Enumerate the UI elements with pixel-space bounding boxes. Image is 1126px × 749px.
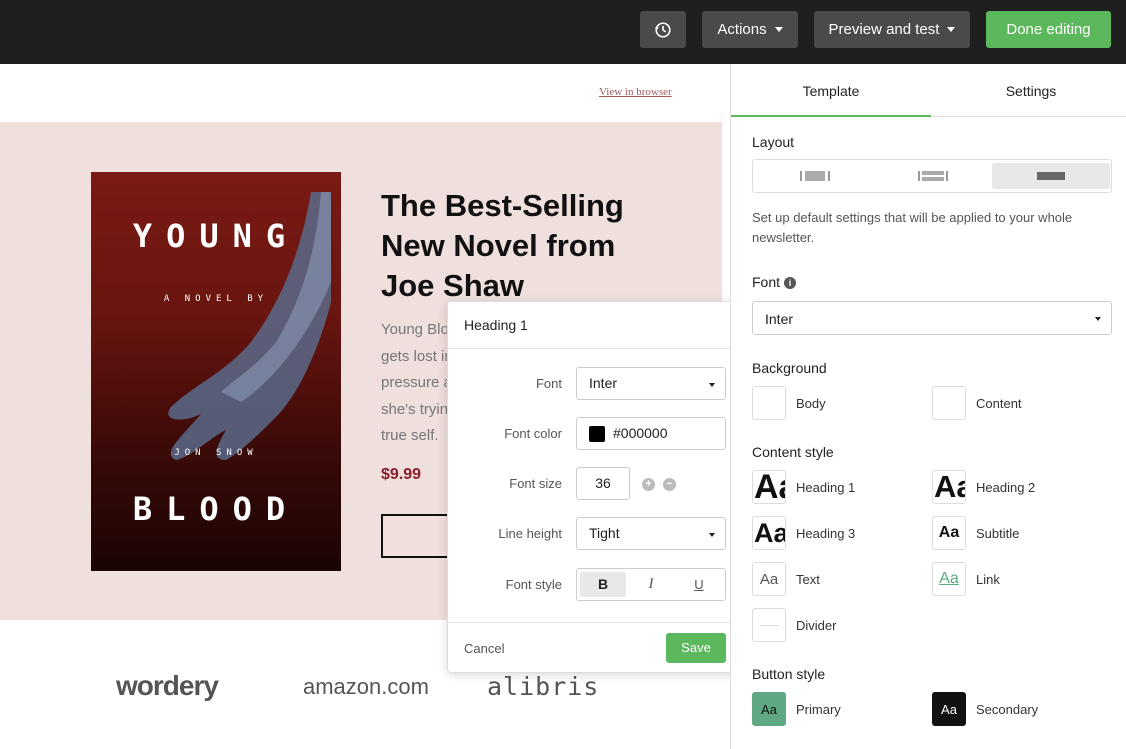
content-style-heading3[interactable]: Aa Heading 3 [752, 516, 855, 550]
alibris-logo[interactable]: alibris [487, 672, 599, 701]
history-button[interactable] [640, 11, 686, 48]
layout-narrow-icon [800, 171, 830, 181]
line-height-row: Line height Tight [448, 517, 744, 551]
content-style-subtitle[interactable]: Aa Subtitle [932, 516, 1019, 550]
link-swatch[interactable]: Aa [932, 562, 966, 596]
popup-title: Heading 1 [448, 302, 742, 349]
wordery-logo[interactable]: wordery [116, 670, 219, 702]
popup-footer: Cancel Save [448, 622, 744, 674]
subtitle-swatch[interactable]: Aa [932, 516, 966, 550]
tab-template[interactable]: Template [731, 83, 931, 99]
book-cover-image[interactable]: YOUNG A NOVEL BY JON SNOW BLOOD [91, 172, 341, 571]
content-color-swatch[interactable] [932, 386, 966, 420]
cancel-button[interactable]: Cancel [464, 641, 504, 656]
amazon-logo[interactable]: amazon.com [303, 674, 429, 700]
secondary-button-swatch[interactable]: Aa [932, 692, 966, 726]
heading2-swatch[interactable]: Aa [932, 470, 966, 504]
text-swatch[interactable]: Aa [752, 562, 786, 596]
template-description: Set up default settings that will be app… [752, 210, 1073, 245]
info-icon[interactable]: i [784, 277, 797, 290]
history-icon [654, 21, 671, 38]
font-size-input[interactable]: 36 [576, 467, 630, 500]
chevron-down-icon [709, 383, 715, 387]
active-tab-indicator [731, 115, 931, 117]
divider-line [759, 624, 779, 626]
font-color-row: Font color #000000 [448, 417, 744, 451]
actions-dropdown[interactable]: Actions [702, 11, 798, 48]
content-style-divider[interactable]: Divider [752, 608, 836, 642]
font-style-group: B I U [576, 568, 726, 601]
layout-selector [752, 159, 1112, 193]
layout-medium-icon [918, 171, 948, 181]
body-color-swatch[interactable] [752, 386, 786, 420]
chevron-down-icon [774, 27, 783, 32]
content-style-label: Content style [752, 444, 834, 460]
view-in-browser-link[interactable]: View in browser [599, 86, 672, 98]
preview-and-test-dropdown[interactable]: Preview and test [814, 11, 970, 48]
line-height-select[interactable]: Tight [576, 517, 726, 550]
bold-button[interactable]: B [580, 572, 626, 597]
italic-button[interactable]: I [639, 572, 663, 597]
heading1-style-popup: Heading 1 Font Inter Font color #000000 … [447, 301, 744, 674]
background-label: Background [752, 360, 827, 376]
content-style-text[interactable]: Aa Text [752, 562, 820, 596]
divider-swatch[interactable] [752, 608, 786, 642]
hero-price[interactable]: $9.99 [381, 466, 421, 484]
minus-icon[interactable]: − [663, 478, 676, 491]
font-size-row: Font size 36 + − [448, 467, 744, 501]
background-body[interactable]: Body [752, 386, 826, 420]
layout-option-wide[interactable] [992, 163, 1110, 189]
font-style-row: Font style B I U [448, 568, 744, 602]
font-select[interactable]: Inter [576, 367, 726, 400]
content-style-link[interactable]: Aa Link [932, 562, 1000, 596]
chevron-down-icon [947, 27, 956, 32]
heading3-swatch[interactable]: Aa [752, 516, 786, 550]
layout-label: Layout [752, 134, 795, 150]
layout-option-medium[interactable] [874, 163, 992, 189]
underline-button[interactable]: U [687, 572, 711, 597]
button-style-secondary[interactable]: Aa Secondary [932, 692, 1038, 726]
layout-wide-icon [1037, 172, 1065, 180]
font-row: Font Inter [448, 367, 744, 401]
background-content[interactable]: Content [932, 386, 1022, 420]
button-style-primary[interactable]: Aa Primary [752, 692, 841, 726]
chevron-down-icon [709, 533, 715, 537]
layout-option-narrow[interactable] [756, 163, 874, 189]
button-style-label: Button style [752, 666, 826, 682]
font-label: Font i [752, 274, 797, 290]
font-color-input[interactable]: #000000 [576, 417, 726, 450]
primary-button-swatch[interactable]: Aa [752, 692, 786, 726]
color-swatch[interactable] [589, 426, 605, 443]
content-style-heading1[interactable]: AaHeading 1 [752, 470, 855, 504]
content-style-heading2[interactable]: AaHeading 2 [932, 470, 1035, 504]
heading1-swatch[interactable]: Aa [752, 470, 786, 504]
panel-tabs: Template Settings [731, 64, 1126, 117]
settings-panel: Template Settings Layout Set up default … [730, 64, 1126, 749]
hero-title[interactable]: The Best-Selling New Novel from Joe Shaw [381, 186, 641, 306]
chevron-down-icon [1095, 317, 1101, 321]
tab-settings[interactable]: Settings [931, 83, 1126, 99]
top-toolbar: Actions Preview and test Done editing [0, 0, 1126, 64]
done-editing-button[interactable]: Done editing [986, 11, 1111, 48]
plus-icon[interactable]: + [642, 478, 655, 491]
save-button[interactable]: Save [666, 633, 726, 663]
font-select[interactable]: Inter [752, 301, 1112, 335]
